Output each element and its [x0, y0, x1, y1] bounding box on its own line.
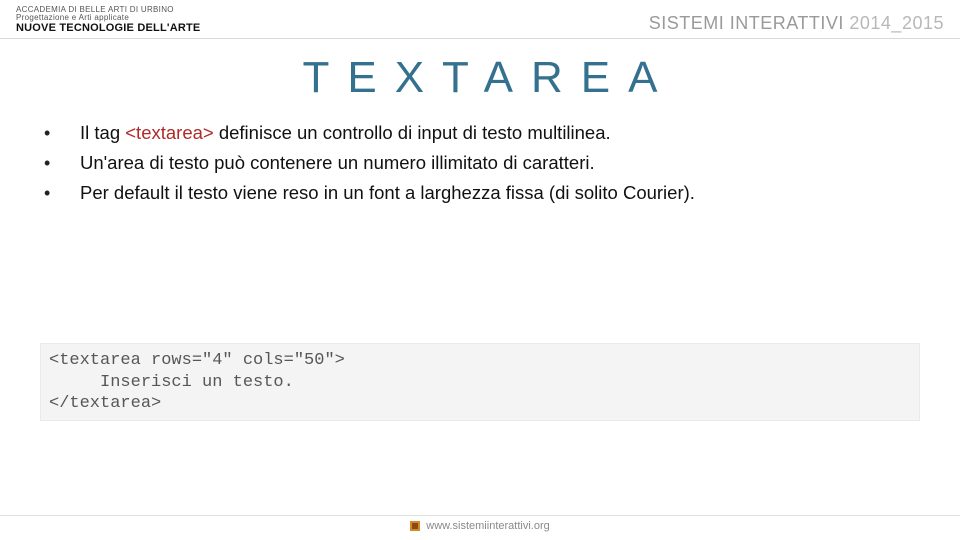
- footer-site-url: www.sistemiinterattivi.org: [426, 520, 549, 532]
- list-item: • Un'area di testo può contenere un nume…: [40, 151, 920, 175]
- bullet-text: Per default il testo viene reso in un fo…: [80, 181, 695, 205]
- slide-title: TEXTAREA: [0, 53, 960, 103]
- code-line: <textarea rows="4" cols="50">: [49, 351, 345, 370]
- bullet-text-post: definisce un controllo di input di testo…: [214, 122, 611, 143]
- code-line: Inserisci un testo.: [49, 373, 294, 392]
- course-years: 2014_2015: [849, 13, 944, 33]
- bullet-dot-icon: •: [40, 121, 80, 145]
- code-example: <textarea rows="4" cols="50"> Inserisci …: [40, 343, 920, 421]
- bullet-text-pre: Per default il testo viene reso in un fo…: [80, 182, 695, 203]
- bullet-text-tag: <textarea>: [125, 122, 213, 143]
- slide-header: ACCADEMIA DI BELLE ARTI DI URBINO Proget…: [0, 0, 960, 39]
- site-favicon-icon: [410, 521, 420, 531]
- header-right-block: SISTEMI INTERATTIVI 2014_2015: [649, 13, 944, 34]
- bullet-dot-icon: •: [40, 181, 80, 205]
- header-left-block: ACCADEMIA DI BELLE ARTI DI URBINO Proget…: [16, 6, 200, 34]
- code-line: </textarea>: [49, 394, 161, 413]
- list-item: • Il tag <textarea> definisce un control…: [40, 121, 920, 145]
- list-item: • Per default il testo viene reso in un …: [40, 181, 920, 205]
- course-name: SISTEMI INTERATTIVI: [649, 13, 844, 33]
- slide-footer: www.sistemiinterattivi.org: [0, 515, 960, 532]
- program-name: NUOVE TECNOLOGIE DELL'ARTE: [16, 23, 200, 35]
- bullet-text-pre: Un'area di testo può contenere un numero…: [80, 152, 595, 173]
- bullet-dot-icon: •: [40, 151, 80, 175]
- bullet-text: Un'area di testo può contenere un numero…: [80, 151, 595, 175]
- bullet-text: Il tag <textarea> definisce un controllo…: [80, 121, 611, 145]
- bullet-list: • Il tag <textarea> definisce un control…: [0, 121, 960, 205]
- bullet-text-pre: Il tag: [80, 122, 125, 143]
